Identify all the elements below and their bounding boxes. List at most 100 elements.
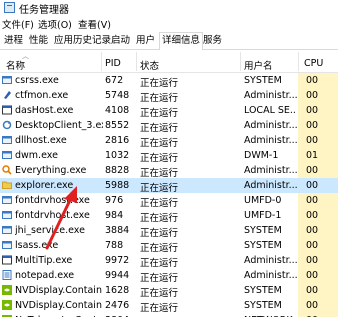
tab-startup[interactable]: 启动 [109,34,132,49]
tab-app-history[interactable]: 应用历史记录 [52,34,113,49]
menu-bar: 文件(F) 选项(O) 查看(V) [0,16,338,31]
table-row[interactable]: NVDisplay.Contain... 1628 正在运行 SYSTEM 00 [0,283,338,299]
menu-view[interactable]: 查看(V) [78,17,111,31]
process-pid: 1628 [105,285,130,296]
process-username: SYSTEM [244,240,282,251]
process-cpu: 00 [306,300,319,311]
process-status: 正在运行 [140,108,179,119]
search-icon [2,165,12,175]
process-status: 正在运行 [140,288,179,299]
column-cpu[interactable]: CPU [304,58,323,69]
system-process-icon [2,151,12,159]
process-list[interactable]: csrss.exe 672 正在运行 SYSTEM 00 ctfmon.exe 5748 正在… [0,73,338,317]
table-row[interactable]: dllhost.exe 2816 正在运行 Administr... 00 [0,133,338,149]
process-status: 正在运行 [140,123,179,134]
menu-options[interactable]: 选项(O) [38,17,72,31]
process-username: DWM-1 [244,150,279,161]
table-row[interactable]: NVDisplay.Contain... 2476 正在运行 SYSTEM 00 [0,298,338,314]
table-row[interactable]: lsass.exe 788 正在运行 SYSTEM 00 [0,238,338,254]
process-pid: 672 [105,75,124,86]
process-username: Administr... [244,255,297,266]
title-bar: 任务管理器 [0,0,338,16]
process-cpu: 00 [306,105,319,116]
column-divider[interactable] [240,52,241,71]
window-title: 任务管理器 [19,5,69,16]
process-username: SYSTEM [244,300,282,311]
process-status: 正在运行 [140,168,179,179]
process-name: fontdrvhost.exe [15,195,90,206]
window-icon [2,255,12,265]
process-username: Administr... [244,165,297,176]
tab-performance[interactable]: 性能 [27,34,50,49]
process-pid: 788 [105,240,124,251]
process-name: dwm.exe [15,150,58,161]
process-username: Administr... [244,120,297,131]
nvidia-icon [2,300,12,310]
process-username: UMFD-1 [244,210,282,221]
column-status[interactable]: 状态 [140,58,159,72]
table-row[interactable]: notepad.exe 9944 正在运行 Administr... 00 [0,268,338,284]
table-row[interactable]: fontdrvhost.exe 984 正在运行 UMFD-1 00 [0,208,338,224]
tab-processes[interactable]: 进程 [2,34,25,49]
process-status: 正在运行 [140,138,179,149]
system-process-icon [2,226,12,234]
table-row[interactable]: csrss.exe 672 正在运行 SYSTEM 00 [0,73,338,89]
table-row[interactable]: dasHost.exe 4108 正在运行 LOCAL SE... 00 [0,103,338,119]
column-divider[interactable] [298,52,299,71]
process-username: Administr... [244,90,297,101]
process-name: jhi_service.exe [15,225,85,236]
table-row[interactable]: ctfmon.exe 5748 正在运行 Administr... 00 [0,88,338,104]
process-cpu: 00 [306,270,319,281]
nvidia-icon [2,285,12,295]
process-pid: 2816 [105,135,130,146]
process-pid: 2476 [105,300,130,311]
process-username: LOCAL SE... [244,105,297,116]
table-row[interactable]: NvTelemetryContai...3804正在运行NETWORK ...0… [0,313,338,317]
table-row[interactable]: Everything.exe 8828 正在运行 Administr... 00 [0,163,338,179]
process-name: DesktopClient_3.exe [15,120,103,131]
process-name: csrss.exe [15,75,59,86]
table-row[interactable]: dwm.exe 1032 正在运行 DWM-1 01 [0,148,338,164]
process-username: Administr... [244,270,297,281]
pen-icon [4,91,11,99]
tab-users[interactable]: 用户 [134,34,157,49]
tab-details[interactable]: 详细信息 [159,32,204,50]
table-row[interactable]: DesktopClient_3.exe 8552 正在运行 Administr... 0… [0,118,338,134]
table-row-selected[interactable]: explorer.exe 5988 正在运行 Administr... 00 [0,178,338,194]
folder-icon [2,181,12,189]
menu-file[interactable]: 文件(F) [2,17,34,31]
process-name: dllhost.exe [15,135,67,146]
process-username: UMFD-0 [244,195,282,206]
process-status: 正在运行 [140,243,179,254]
column-username[interactable]: 用户名 [244,58,273,72]
refresh-icon [2,120,12,130]
process-status: 正在运行 [140,273,179,284]
system-process-icon [2,136,12,144]
process-pid: 5988 [105,180,130,191]
column-pid[interactable]: PID [105,58,121,69]
process-cpu: 00 [306,120,319,131]
tab-bar: 进程 性能 应用历史记录 启动 用户 详细信息 服务 [0,31,338,50]
column-name[interactable]: 名称 [6,58,25,72]
process-pid: 976 [105,195,124,206]
process-status: 正在运行 [140,183,179,194]
process-name: NVDisplay.Contain... [15,300,103,311]
table-row[interactable]: fontdrvhost.exe 976 正在运行 UMFD-0 00 [0,193,338,209]
column-divider[interactable] [136,52,137,71]
process-name: NVDisplay.Contain... [15,285,103,296]
process-pid: 5748 [105,90,130,101]
process-status: 正在运行 [140,198,179,209]
process-cpu: 00 [306,285,319,296]
process-pid: 4108 [105,105,130,116]
process-cpu: 00 [306,240,319,251]
process-cpu: 00 [306,90,319,101]
process-username: Administr... [244,180,297,191]
tab-services[interactable]: 服务 [201,34,224,49]
process-cpu: 00 [306,225,319,236]
window-icon [2,105,12,115]
process-pid: 8828 [105,165,130,176]
column-divider[interactable] [101,52,102,71]
process-cpu: 00 [306,135,319,146]
table-row[interactable]: jhi_service.exe 3884 正在运行 SYSTEM 00 [0,223,338,239]
table-row[interactable]: MultiTip.exe 9972 正在运行 Administr... 00 [0,253,338,269]
